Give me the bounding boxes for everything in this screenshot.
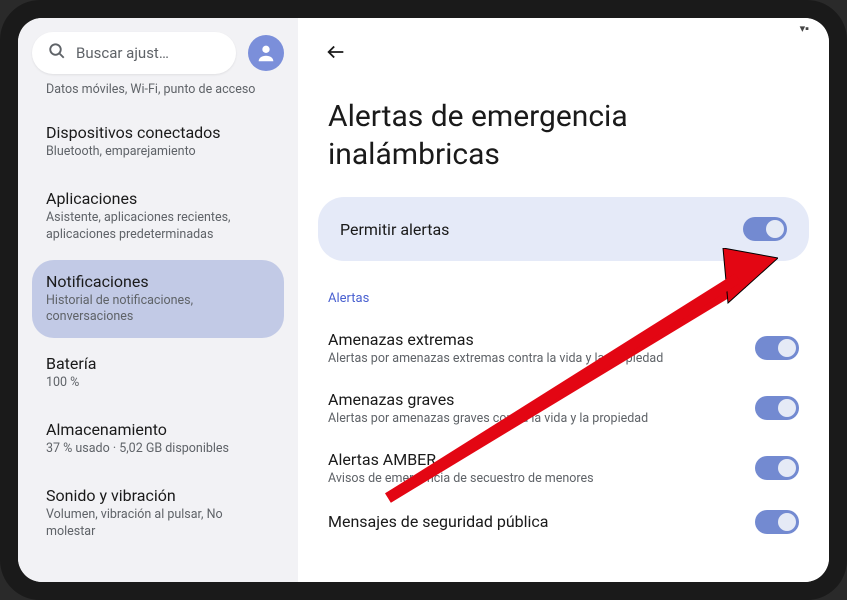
setting-desc: Alertas por amenazas extremas contra la … <box>328 351 663 366</box>
sidebar-item-title: Batería <box>46 354 270 373</box>
sidebar-item-title: Almacenamiento <box>46 420 270 439</box>
sidebar-item-title: Notificaciones <box>46 272 270 291</box>
setting-severe-threats[interactable]: Amenazas graves Alertas por amenazas gra… <box>318 378 809 438</box>
search-input[interactable]: Buscar ajust… <box>32 32 236 74</box>
setting-text: Amenazas extremas Alertas por amenazas e… <box>328 330 663 366</box>
main-panel: ▾▪ Alertas de emergencia inalámbricas Pe… <box>298 18 829 582</box>
setting-desc: Alertas por amenazas graves contra la vi… <box>328 411 648 426</box>
amber-alerts-toggle[interactable] <box>755 456 799 480</box>
public-safety-toggle[interactable] <box>755 510 799 534</box>
page-title: Alertas de emergencia inalámbricas <box>298 78 829 197</box>
sidebar-item-subtitle: Asistente, aplicaciones recientes, aplic… <box>46 210 270 244</box>
sidebar-item-network-partial[interactable]: Datos móviles, Wi-Fi, punto de acceso <box>32 82 284 111</box>
sidebar-list: Datos móviles, Wi-Fi, punto de acceso Di… <box>18 82 298 582</box>
sidebar-item-subtitle: 100 % <box>46 375 270 392</box>
sidebar-item-title: Sonido y vibración <box>46 486 270 505</box>
screen: Buscar ajust… Datos móviles, Wi-Fi, punt… <box>18 18 829 582</box>
severe-threats-toggle[interactable] <box>755 396 799 420</box>
permit-alerts-label: Permitir alertas <box>340 220 449 239</box>
sidebar-item-subtitle: Volumen, vibración al pulsar, No molesta… <box>46 507 270 541</box>
sidebar-item-subtitle: 37 % usado · 5,02 GB disponibles <box>46 441 270 458</box>
sidebar-item-notifications[interactable]: Notificaciones Historial de notificacion… <box>32 260 284 339</box>
section-header-alerts: Alertas <box>318 281 809 318</box>
permit-alerts-row[interactable]: Permitir alertas <box>318 197 809 261</box>
setting-title: Amenazas graves <box>328 390 648 409</box>
search-row: Buscar ajust… <box>18 18 298 82</box>
profile-button[interactable] <box>248 35 284 71</box>
sidebar-item-battery[interactable]: Batería 100 % <box>32 342 284 404</box>
setting-text: Mensajes de seguridad pública <box>328 512 549 533</box>
search-placeholder: Buscar ajust… <box>76 44 169 62</box>
setting-title: Amenazas extremas <box>328 330 663 349</box>
sidebar-item-subtitle: Bluetooth, emparejamiento <box>46 144 270 161</box>
extreme-threats-toggle[interactable] <box>755 336 799 360</box>
setting-amber-alerts[interactable]: Alertas AMBER Avisos de emergencia de se… <box>318 438 809 498</box>
search-icon <box>48 42 66 64</box>
settings-sidebar: Buscar ajust… Datos móviles, Wi-Fi, punt… <box>18 18 298 582</box>
content-area: Permitir alertas Alertas Amenazas extrem… <box>298 197 829 582</box>
arrow-left-icon <box>325 41 347 63</box>
tablet-frame: Buscar ajust… Datos móviles, Wi-Fi, punt… <box>0 0 847 600</box>
back-button[interactable] <box>318 34 354 70</box>
user-icon <box>255 42 277 64</box>
setting-title: Mensajes de seguridad pública <box>328 512 549 531</box>
setting-text: Alertas AMBER Avisos de emergencia de se… <box>328 450 594 486</box>
main-header <box>298 18 829 78</box>
setting-extreme-threats[interactable]: Amenazas extremas Alertas por amenazas e… <box>318 318 809 378</box>
setting-public-safety[interactable]: Mensajes de seguridad pública <box>318 498 809 546</box>
sidebar-item-sound[interactable]: Sonido y vibración Volumen, vibración al… <box>32 474 284 553</box>
sidebar-item-apps[interactable]: Aplicaciones Asistente, aplicaciones rec… <box>32 177 284 256</box>
setting-text: Amenazas graves Alertas por amenazas gra… <box>328 390 648 426</box>
sidebar-item-connected-devices[interactable]: Dispositivos conectados Bluetooth, empar… <box>32 111 284 173</box>
sidebar-item-subtitle: Historial de notificaciones, conversacio… <box>46 293 270 327</box>
sidebar-item-title: Dispositivos conectados <box>46 123 270 142</box>
sidebar-item-subtitle: Datos móviles, Wi-Fi, punto de acceso <box>46 82 270 99</box>
setting-title: Alertas AMBER <box>328 450 594 469</box>
sidebar-item-storage[interactable]: Almacenamiento 37 % usado · 5,02 GB disp… <box>32 408 284 470</box>
status-bar-icons: ▾▪ <box>800 22 809 35</box>
setting-desc: Avisos de emergencia de secuestro de men… <box>328 471 594 486</box>
permit-alerts-toggle[interactable] <box>743 217 787 241</box>
sidebar-item-title: Aplicaciones <box>46 189 270 208</box>
